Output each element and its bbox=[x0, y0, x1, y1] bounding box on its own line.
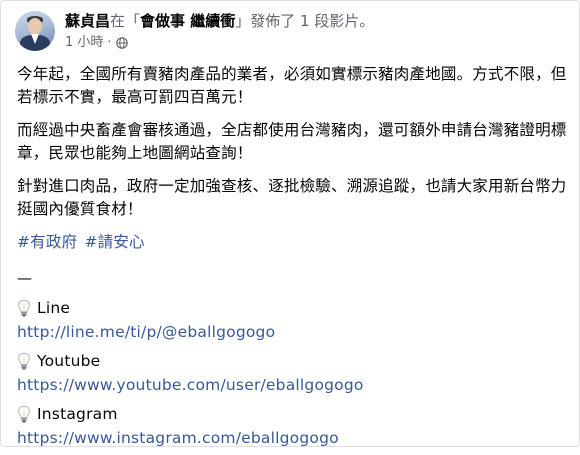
post-timestamp-line: 1 小時 · bbox=[65, 35, 374, 51]
link-title-line: Line bbox=[37, 298, 71, 317]
author-avatar[interactable] bbox=[15, 11, 55, 51]
light-bulb-icon bbox=[18, 299, 30, 317]
youtube-url-link[interactable]: https://www.youtube.com/user/eballgogogo bbox=[17, 373, 569, 397]
globe-icon bbox=[115, 37, 128, 49]
post-title-line: 蘇貞昌在「會做事 繼續衝」發佈了 1 段影片。 bbox=[65, 11, 374, 31]
author-name[interactable]: 蘇貞昌 bbox=[65, 12, 110, 30]
facebook-post: 蘇貞昌在「會做事 繼續衝」發佈了 1 段影片。 1 小時 · 今年起，全國所有賣… bbox=[0, 0, 580, 447]
connector-action: 」發佈了 1 段影片。 bbox=[235, 12, 375, 30]
paragraph-2: 而經過中央畜產會審核通過，全店都使用台灣豬肉，還可額外申請台灣豬證明標章，民眾也… bbox=[17, 121, 567, 162]
light-bulb-icon bbox=[18, 405, 30, 423]
post-time[interactable]: 1 小時 bbox=[65, 35, 103, 51]
post-header: 蘇貞昌在「會做事 繼續衝」發佈了 1 段影片。 1 小時 · bbox=[15, 7, 374, 55]
paragraph-1: 今年起，全國所有賣豬肉產品的業者，必須如實標示豬肉產地國。方式不限，但若標示不實… bbox=[17, 65, 567, 106]
hashtag-link[interactable]: #有政府 bbox=[17, 233, 77, 251]
divider-dash: — bbox=[17, 269, 33, 287]
hashtag-link[interactable]: #請安心 bbox=[84, 233, 144, 251]
instagram-url-link[interactable]: https://www.instagram.com/eballgogogo bbox=[17, 426, 569, 450]
link-block-youtube: Youtube https://www.youtube.com/user/eba… bbox=[17, 349, 569, 397]
link-block-instagram: Instagram https://www.instagram.com/ebal… bbox=[17, 402, 569, 450]
link-block-line: Line http://line.me/ti/p/@eballgogogo bbox=[17, 296, 569, 344]
paragraph-3: 針對進口肉品，政府一定加強查核、逐批檢驗、溯源追蹤，也請大家用新台幣力挺國內優質… bbox=[17, 177, 567, 218]
post-content: 今年起，全國所有賣豬肉產品的業者，必須如實標示豬肉產地國。方式不限，但若標示不實… bbox=[17, 63, 569, 455]
line-url-link[interactable]: http://line.me/ti/p/@eballgogogo bbox=[17, 320, 569, 344]
post-meta: 蘇貞昌在「會做事 繼續衝」發佈了 1 段影片。 1 小時 · bbox=[65, 11, 374, 51]
time-separator: · bbox=[107, 35, 112, 50]
link-title-instagram: Instagram bbox=[37, 404, 118, 423]
light-bulb-icon bbox=[18, 352, 30, 370]
page-name-link[interactable]: 會做事 繼續衝 bbox=[140, 12, 235, 30]
link-title-youtube: Youtube bbox=[37, 351, 101, 370]
connector-in: 在「 bbox=[110, 12, 141, 30]
hashtag-row: #有政府 #請安心 bbox=[17, 231, 569, 254]
